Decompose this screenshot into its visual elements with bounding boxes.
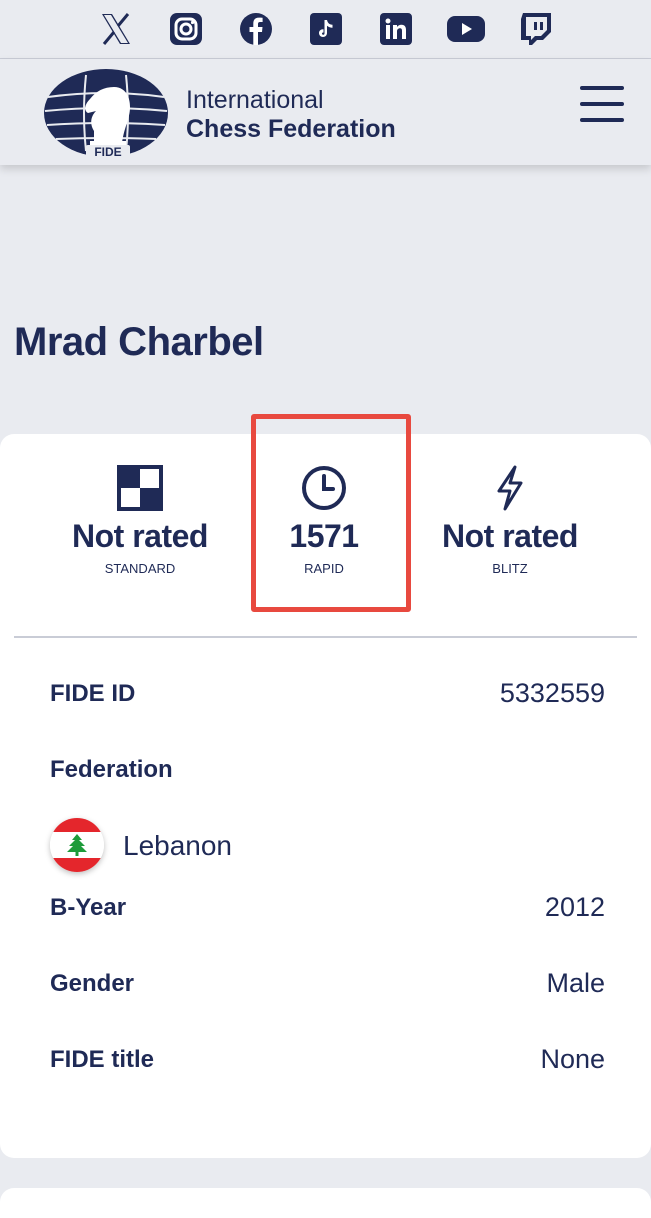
fide-title-label: FIDE title xyxy=(50,1046,155,1073)
federation-country[interactable]: Lebanon xyxy=(123,830,232,862)
tiktok-icon[interactable] xyxy=(291,0,361,58)
fide-id-value: 5332559 xyxy=(499,678,605,708)
gender-label: Gender xyxy=(50,970,135,997)
svg-text:FIDE: FIDE xyxy=(94,145,121,159)
rating-blitz-label: BLITZ xyxy=(492,561,528,576)
player-name: Mrad Charbel xyxy=(14,320,264,364)
divider xyxy=(14,636,637,638)
linkedin-icon[interactable] xyxy=(361,0,431,58)
hamburger-menu-icon[interactable] xyxy=(578,84,626,124)
rating-standard-label: STANDARD xyxy=(104,561,176,576)
youtube-icon[interactable] xyxy=(431,0,501,58)
facebook-icon[interactable] xyxy=(221,0,291,58)
rating-standard: Not rated STANDARD xyxy=(40,464,240,576)
x-icon[interactable] xyxy=(81,0,151,58)
rating-blitz-value: Not rated xyxy=(442,518,578,554)
fide-logo[interactable]: FIDE xyxy=(42,65,172,161)
instagram-icon[interactable] xyxy=(151,0,221,58)
fide-title-value: None xyxy=(540,1044,605,1074)
rating-standard-value: Not rated xyxy=(72,518,208,554)
brand-line2: Chess Federation xyxy=(186,115,396,143)
twitch-icon[interactable] xyxy=(501,0,571,58)
byear-label: B-Year xyxy=(50,894,127,921)
lebanon-flag-icon xyxy=(50,818,104,872)
site-header: FIDE International Chess Federation xyxy=(0,59,651,165)
social-bar xyxy=(0,0,651,59)
brand-line1: International xyxy=(186,86,324,114)
fide-id-label: FIDE ID xyxy=(50,680,136,707)
byear-value: 2012 xyxy=(544,892,605,922)
lightning-icon xyxy=(410,464,610,512)
gender-value: Male xyxy=(546,968,605,998)
next-card-edge xyxy=(0,1188,651,1218)
federation-label: Federation xyxy=(50,756,173,783)
rating-blitz: Not rated BLITZ xyxy=(410,464,610,576)
player-card: Not rated STANDARD 1571 RAPID Not rated … xyxy=(0,414,651,1158)
rapid-highlight-box xyxy=(251,414,411,612)
chessboard-icon xyxy=(40,464,240,512)
